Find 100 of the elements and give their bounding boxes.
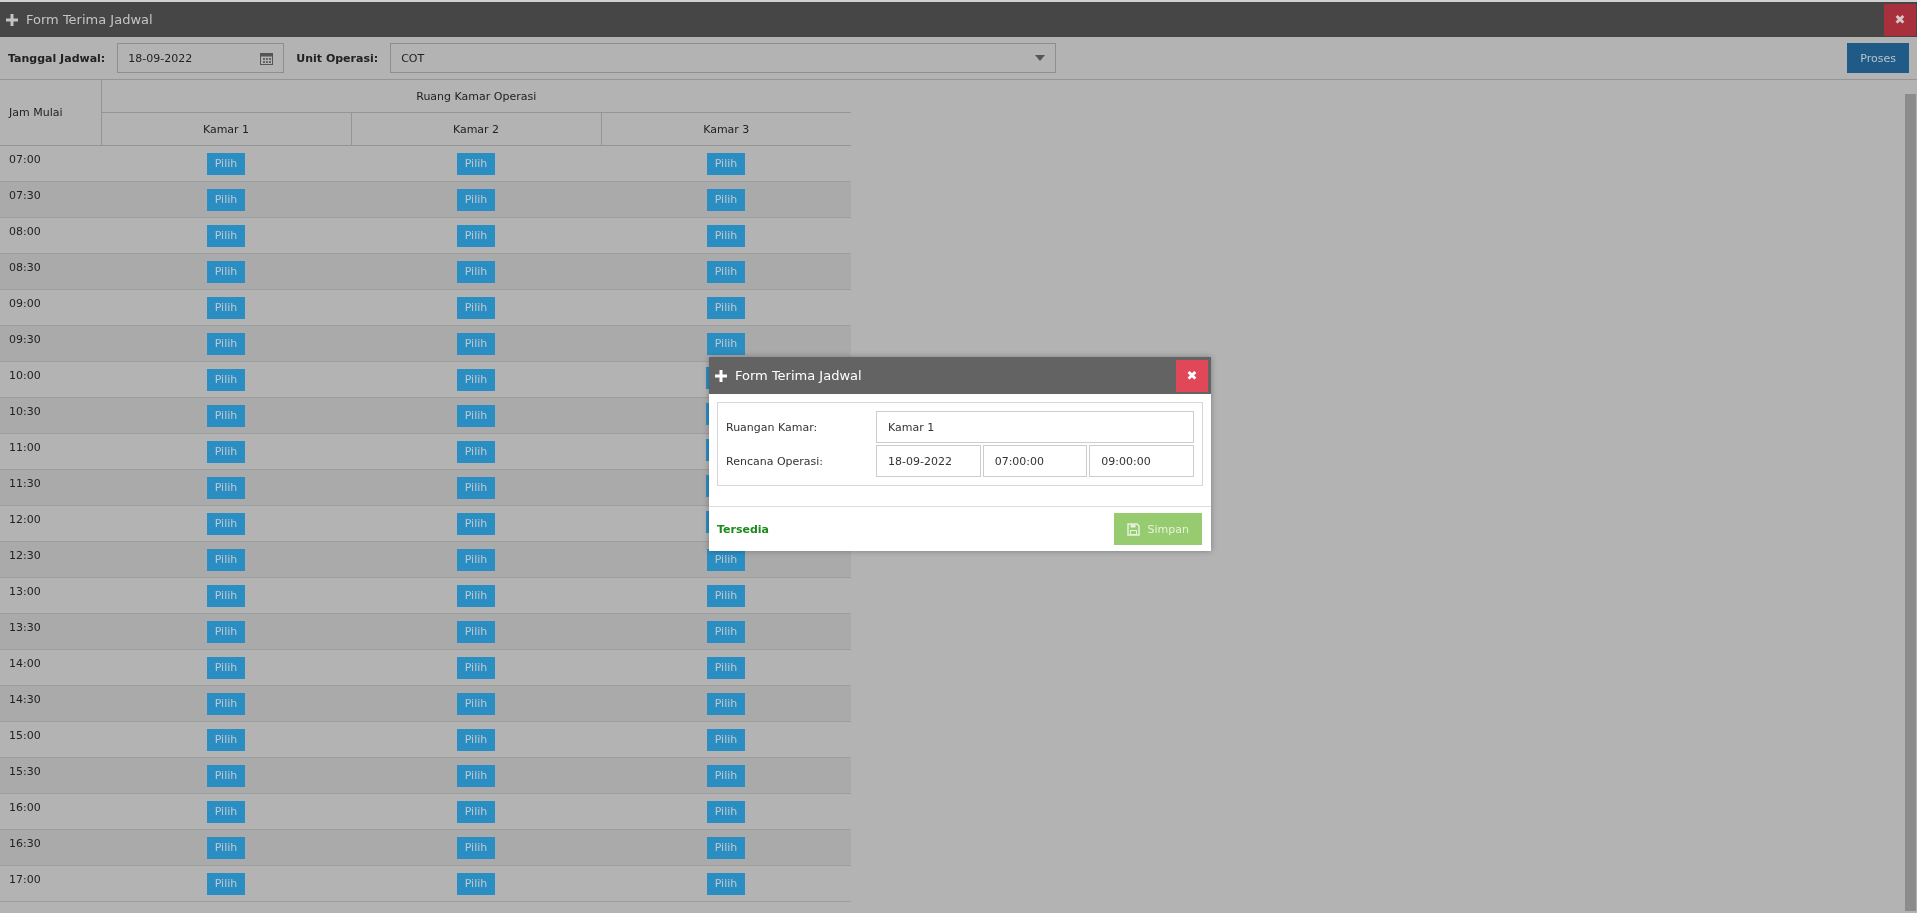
- select-button[interactable]: Pilih: [206, 728, 246, 751]
- select-button[interactable]: Pilih: [706, 224, 746, 247]
- select-button[interactable]: Pilih: [706, 584, 746, 607]
- time-cell: 07:30: [0, 181, 101, 218]
- time-cell: 09:30: [0, 325, 101, 362]
- date-field[interactable]: 18-09-2022: [876, 445, 981, 477]
- select-button[interactable]: Pilih: [206, 692, 246, 715]
- select-button[interactable]: Pilih: [206, 404, 246, 427]
- select-button[interactable]: Pilih: [456, 224, 496, 247]
- select-button[interactable]: Pilih: [206, 872, 246, 895]
- select-button[interactable]: Pilih: [206, 656, 246, 679]
- select-button[interactable]: Pilih: [706, 332, 746, 355]
- select-button[interactable]: Pilih: [456, 548, 496, 571]
- time-cell: 11:00: [0, 433, 101, 470]
- column-group-header: Ruang Kamar Operasi: [101, 80, 851, 113]
- select-button[interactable]: Pilih: [206, 296, 246, 319]
- select-button[interactable]: Pilih: [706, 692, 746, 715]
- select-button[interactable]: Pilih: [456, 404, 496, 427]
- select-button[interactable]: Pilih: [456, 260, 496, 283]
- select-button[interactable]: Pilih: [456, 728, 496, 751]
- time-cell: 09:00: [0, 289, 101, 326]
- select-button[interactable]: Pilih: [456, 764, 496, 787]
- unit-dropdown[interactable]: COT: [390, 43, 1057, 73]
- close-button[interactable]: ✖: [1884, 3, 1916, 36]
- select-button[interactable]: Pilih: [456, 332, 496, 355]
- time-cell: 11:30: [0, 469, 101, 506]
- select-button[interactable]: Pilih: [456, 440, 496, 463]
- time-cell: 13:00: [0, 577, 101, 614]
- select-button[interactable]: Pilih: [206, 476, 246, 499]
- time-cell: 12:00: [0, 505, 101, 542]
- select-button[interactable]: Pilih: [206, 332, 246, 355]
- select-button[interactable]: Pilih: [456, 692, 496, 715]
- select-button[interactable]: Pilih: [706, 656, 746, 679]
- time-cell: 14:30: [0, 685, 101, 722]
- select-button[interactable]: Pilih: [706, 872, 746, 895]
- status-text: Tersedia: [717, 522, 769, 536]
- select-button[interactable]: Pilih: [456, 152, 496, 175]
- select-button[interactable]: Pilih: [206, 584, 246, 607]
- plus-icon: [715, 369, 727, 382]
- time-cell: 17:00: [0, 865, 101, 902]
- select-button[interactable]: Pilih: [706, 764, 746, 787]
- time-cell: 15:30: [0, 757, 101, 794]
- column-header: Jam Mulai: [0, 80, 101, 146]
- select-button[interactable]: Pilih: [456, 872, 496, 895]
- unit-label: Unit Operasi:: [296, 51, 379, 65]
- dialog-title: Form Terima Jadwal: [735, 368, 862, 383]
- select-button[interactable]: Pilih: [206, 764, 246, 787]
- select-button[interactable]: Pilih: [456, 296, 496, 319]
- select-button[interactable]: Pilih: [456, 476, 496, 499]
- select-button[interactable]: Pilih: [706, 152, 746, 175]
- caret-icon: [1035, 55, 1046, 61]
- process-button[interactable]: Proses: [1847, 43, 1909, 73]
- time-cell: 08:30: [0, 253, 101, 290]
- window-title: Form Terima Jadwal: [26, 12, 153, 27]
- select-button[interactable]: Pilih: [206, 800, 246, 823]
- plan-label: Rencana Operasi:: [726, 454, 825, 468]
- end-time-field[interactable]: 09:00:00: [1089, 445, 1194, 477]
- select-button[interactable]: Pilih: [456, 368, 496, 391]
- column-header: Kamar 1: [101, 112, 351, 146]
- select-button[interactable]: Pilih: [456, 620, 496, 643]
- close-button[interactable]: ✖: [1176, 359, 1208, 392]
- select-button[interactable]: Pilih: [206, 440, 246, 463]
- select-button[interactable]: Pilih: [206, 152, 246, 175]
- time-cell: 13:30: [0, 613, 101, 650]
- select-button[interactable]: Pilih: [206, 260, 246, 283]
- select-button[interactable]: Pilih: [456, 836, 496, 859]
- time-cell: 10:00: [0, 361, 101, 398]
- select-button[interactable]: Pilih: [706, 800, 746, 823]
- select-button[interactable]: Pilih: [706, 296, 746, 319]
- select-button[interactable]: Pilih: [206, 224, 246, 247]
- time-cell: 16:00: [0, 793, 101, 830]
- date-label: Tanggal Jadwal:: [8, 51, 106, 65]
- room-field[interactable]: Kamar 1: [876, 411, 1194, 443]
- select-button[interactable]: Pilih: [456, 512, 496, 535]
- select-button[interactable]: Pilih: [206, 512, 246, 535]
- plus-icon: [6, 13, 18, 26]
- time-cell: 16:30: [0, 829, 101, 866]
- select-button[interactable]: Pilih: [206, 188, 246, 211]
- select-button[interactable]: Pilih: [206, 836, 246, 859]
- select-button[interactable]: Pilih: [456, 656, 496, 679]
- select-button[interactable]: Pilih: [456, 584, 496, 607]
- date-field[interactable]: 18-09-2022: [117, 43, 285, 73]
- select-button[interactable]: Pilih: [706, 836, 746, 859]
- column-header: Kamar 3: [601, 112, 851, 146]
- select-button[interactable]: Pilih: [706, 620, 746, 643]
- select-button[interactable]: Pilih: [206, 620, 246, 643]
- select-button[interactable]: Pilih: [206, 368, 246, 391]
- select-button[interactable]: Pilih: [456, 188, 496, 211]
- select-button[interactable]: Pilih: [706, 188, 746, 211]
- time-cell: 07:00: [0, 145, 101, 182]
- time-cell: 10:30: [0, 397, 101, 434]
- select-button[interactable]: Pilih: [706, 728, 746, 751]
- save-button[interactable]: Simpan: [1113, 513, 1202, 545]
- select-button[interactable]: Pilih: [206, 548, 246, 571]
- time-cell: 12:30: [0, 541, 101, 578]
- select-button[interactable]: Pilih: [456, 800, 496, 823]
- time-cell: 08:00: [0, 217, 101, 254]
- time-cell: 15:00: [0, 721, 101, 758]
- select-button[interactable]: Pilih: [706, 260, 746, 283]
- start-time-field[interactable]: 07:00:00: [982, 445, 1088, 477]
